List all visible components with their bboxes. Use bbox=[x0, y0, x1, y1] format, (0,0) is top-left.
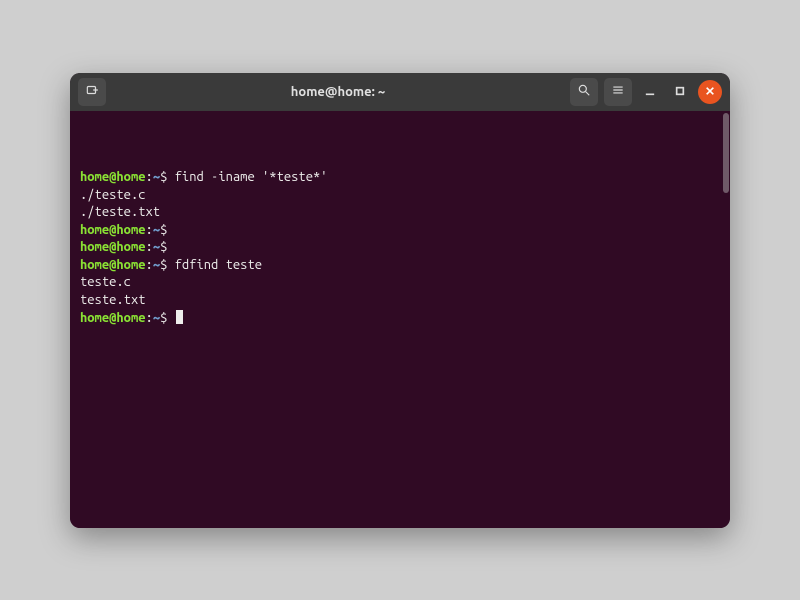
maximize-icon bbox=[675, 85, 685, 99]
prompt-sep: : bbox=[146, 223, 153, 237]
prompt-path: ~ bbox=[153, 240, 160, 254]
hamburger-icon bbox=[611, 83, 625, 100]
prompt-user-host: home@home bbox=[80, 170, 146, 184]
cursor bbox=[176, 310, 183, 324]
terminal-prompt-line: home@home:~$ fdfind teste bbox=[80, 257, 720, 275]
output-text: teste.txt bbox=[80, 293, 146, 307]
new-tab-icon bbox=[85, 83, 99, 100]
close-button[interactable] bbox=[698, 80, 722, 104]
terminal-window: home@home: ~ bbox=[70, 73, 730, 528]
output-text: teste.c bbox=[80, 275, 131, 289]
prompt-path: ~ bbox=[153, 258, 160, 272]
command-text: fdfind teste bbox=[175, 258, 262, 272]
scrollbar-thumb[interactable] bbox=[723, 113, 729, 193]
prompt-user-host: home@home bbox=[80, 223, 146, 237]
new-tab-button[interactable] bbox=[78, 78, 106, 106]
terminal-prompt-line: home@home:~$ find -iname '*teste*' bbox=[80, 169, 720, 187]
close-icon bbox=[705, 85, 715, 99]
prompt-user-host: home@home bbox=[80, 258, 146, 272]
menu-button[interactable] bbox=[604, 78, 632, 106]
prompt-symbol: $ bbox=[160, 223, 175, 237]
minimize-button[interactable] bbox=[638, 80, 662, 104]
prompt-sep: : bbox=[146, 170, 153, 184]
output-text: ./teste.c bbox=[80, 188, 146, 202]
minimize-icon bbox=[645, 85, 655, 99]
prompt-user-host: home@home bbox=[80, 311, 146, 325]
terminal-prompt-line: home@home:~$ bbox=[80, 239, 720, 257]
prompt-path: ~ bbox=[153, 223, 160, 237]
output-text: ./teste.txt bbox=[80, 205, 160, 219]
command-text: find -iname '*teste*' bbox=[175, 170, 328, 184]
terminal-output-line: teste.c bbox=[80, 274, 720, 292]
prompt-sep: : bbox=[146, 240, 153, 254]
prompt-sep: : bbox=[146, 258, 153, 272]
search-icon bbox=[577, 83, 591, 100]
prompt-symbol: $ bbox=[160, 170, 175, 184]
terminal-body[interactable]: home@home:~$ find -iname '*teste*'./test… bbox=[70, 111, 730, 528]
prompt-sep: : bbox=[146, 311, 153, 325]
window-title: home@home: ~ bbox=[112, 85, 564, 99]
maximize-button[interactable] bbox=[668, 80, 692, 104]
terminal-output-line: ./teste.c bbox=[80, 187, 720, 205]
titlebar: home@home: ~ bbox=[70, 73, 730, 111]
terminal-prompt-line: home@home:~$ bbox=[80, 222, 720, 240]
prompt-symbol: $ bbox=[160, 258, 175, 272]
terminal-output-line: teste.txt bbox=[80, 292, 720, 310]
titlebar-right bbox=[570, 78, 722, 106]
prompt-symbol: $ bbox=[160, 311, 175, 325]
prompt-path: ~ bbox=[153, 311, 160, 325]
prompt-user-host: home@home bbox=[80, 240, 146, 254]
terminal-output-line: ./teste.txt bbox=[80, 204, 720, 222]
terminal-prompt-line: home@home:~$ bbox=[80, 310, 720, 328]
prompt-path: ~ bbox=[153, 170, 160, 184]
prompt-symbol: $ bbox=[160, 240, 175, 254]
search-button[interactable] bbox=[570, 78, 598, 106]
